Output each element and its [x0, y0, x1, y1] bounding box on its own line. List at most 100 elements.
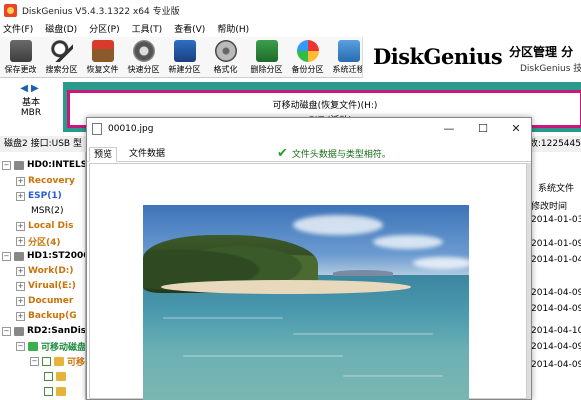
close-button[interactable]: ✕ [508, 121, 524, 137]
tree-node-removable-sub[interactable]: − 可移 [30, 354, 85, 368]
expand-icon[interactable]: + [16, 176, 25, 186]
tree-label: RD2:SanDisk [27, 326, 86, 336]
collapse-icon[interactable]: − [2, 160, 11, 170]
column-header-system-file[interactable]: 系统文件 [538, 181, 574, 194]
expand-icon[interactable]: + [16, 236, 25, 246]
folder-icon [54, 356, 64, 366]
tree-label: HD0:INTELS [27, 160, 86, 170]
tree-label: 可移动磁盘 [41, 342, 86, 353]
collapse-icon[interactable]: − [2, 251, 11, 261]
save-changes-button[interactable]: 保存更改 [0, 37, 41, 78]
file-check-status: ✔ 文件头数据与类型相符。 [277, 146, 391, 161]
file-date: 2014-04-09 [531, 288, 581, 298]
file-date: 2014-01-03 [531, 215, 581, 225]
expand-icon[interactable]: + [16, 221, 25, 231]
title-bar: DiskGenius V5.4.3.1322 x64 专业版 [0, 0, 581, 20]
menu-tools[interactable]: 工具(T) [132, 22, 163, 35]
menu-help[interactable]: 帮助(H) [217, 22, 249, 35]
tree-node-hd0[interactable]: − HD0:INTELS [2, 158, 86, 172]
menu-partition[interactable]: 分区(P) [89, 22, 119, 35]
brand-logo: DiskGenius [373, 44, 503, 69]
column-header-modified[interactable]: 修改时间 [531, 199, 567, 212]
disk-icon [14, 251, 24, 261]
file-date: 2014-04-09 [531, 360, 581, 370]
expand-icon[interactable]: + [16, 311, 25, 321]
tab-file-data[interactable]: 文件数据 [125, 147, 169, 162]
new-partition-label: 新建分区 [168, 65, 201, 74]
disk-info-right: 数:1225445 [528, 136, 581, 152]
tree-node-rd2[interactable]: − RD2:SanDisk [2, 324, 86, 338]
menu-view[interactable]: 查看(V) [174, 22, 205, 35]
disk-tree: − HD0:INTELS + Recovery + ESP(1) MSR(2) … [0, 152, 86, 400]
tree-label: Local Dis [28, 221, 74, 231]
file-date: 2014-01-04 [531, 255, 581, 265]
partition-name: 可移动磁盘(恢复文件)(H:) [272, 101, 378, 111]
tree-node-virual[interactable]: + Virual(E:) [16, 279, 76, 293]
scrollbar[interactable] [527, 163, 531, 399]
tree-node-msr[interactable]: MSR(2) [31, 204, 63, 218]
delete-partition-icon [255, 40, 278, 62]
tab-preview[interactable]: 预览 [89, 147, 118, 162]
tree-node-recovery[interactable]: + Recovery [16, 174, 75, 188]
expand-icon[interactable]: + [16, 191, 25, 201]
migrate-icon [337, 40, 360, 62]
quick-partition-button[interactable]: 快速分区 [123, 37, 164, 78]
file-date: 2014-01-09 [531, 239, 581, 249]
format-label: 格式化 [213, 65, 238, 74]
checkbox[interactable] [42, 356, 51, 366]
quick-partition-label: 快速分区 [127, 65, 160, 74]
tree-node-local-disk[interactable]: + Local Dis [16, 219, 73, 233]
minimize-button[interactable]: — [441, 121, 457, 137]
tree-node-child[interactable] [44, 384, 69, 398]
collapse-icon[interactable]: − [16, 341, 25, 351]
disk-type-indicator: ◀▶ 基本 MBR [0, 78, 62, 136]
format-button[interactable]: 格式化 [205, 37, 246, 78]
partition-icon [28, 341, 38, 351]
delete-partition-button[interactable]: 删除分区 [246, 37, 287, 78]
dialog-title-bar[interactable]: 00010.jpg [87, 118, 531, 140]
tree-label: MSR(2) [31, 206, 64, 216]
recover-files-label: 恢复文件 [86, 65, 119, 74]
tree-node-esp[interactable]: + ESP(1) [16, 189, 62, 203]
file-list: 系统文件 修改时间 2014-01-03 2014-01-09 2014-01-… [531, 152, 581, 400]
backup-icon [296, 40, 319, 62]
expand-icon[interactable]: + [16, 281, 25, 291]
expand-icon[interactable]: + [16, 266, 25, 276]
checkmark-icon: ✔ [277, 146, 288, 161]
preview-image [143, 205, 469, 400]
delete-partition-label: 删除分区 [250, 65, 283, 74]
checkbox[interactable] [44, 386, 53, 396]
new-partition-button[interactable]: 新建分区 [164, 37, 205, 78]
expand-icon[interactable]: + [16, 296, 25, 306]
disk-sector-count: 数:1225445 [528, 139, 581, 149]
disk-nav-arrows-icon[interactable]: ◀▶ [0, 83, 62, 94]
recover-files-button[interactable]: 恢复文件 [82, 37, 123, 78]
file-date: 2014-04-09 [531, 342, 581, 352]
menu-disk[interactable]: 磁盘(D) [45, 22, 77, 35]
menu-file[interactable]: 文件(F) [3, 22, 33, 35]
tree-node-partition4[interactable]: + 分区(4) [16, 234, 61, 248]
maximize-button[interactable]: ☐ [475, 121, 491, 137]
tree-node-child[interactable] [44, 369, 69, 383]
search-partition-label: 搜索分区 [45, 65, 78, 74]
recover-icon [91, 40, 114, 62]
checkbox[interactable] [44, 371, 53, 381]
quick-partition-icon [132, 40, 155, 62]
search-partition-button[interactable]: 搜索分区 [41, 37, 82, 78]
tree-node-backup[interactable]: + Backup(G [16, 309, 77, 323]
tree-label: Recovery [28, 176, 75, 186]
file-date: 2014-04-09 [531, 304, 581, 314]
collapse-icon[interactable]: − [30, 356, 39, 366]
file-icon [92, 123, 102, 135]
collapse-icon[interactable]: − [2, 326, 11, 336]
brand-subtitle: 分区管理 分 [509, 45, 574, 59]
tree-label: ESP(1) [28, 191, 62, 201]
backup-partition-button[interactable]: 备份分区 [287, 37, 328, 78]
window-title: DiskGenius V5.4.3.1322 x64 专业版 [22, 6, 180, 17]
tree-node-work[interactable]: + Work(D:) [16, 264, 74, 278]
tree-node-documents[interactable]: + Documer [16, 294, 73, 308]
disk-info-text: 磁盘2 接口:USB 型 [4, 139, 82, 149]
tree-node-removable[interactable]: − 可移动磁盘 [16, 339, 86, 353]
tree-node-hd1[interactable]: − HD1:ST2000 [2, 249, 85, 263]
folder-icon [56, 371, 66, 381]
